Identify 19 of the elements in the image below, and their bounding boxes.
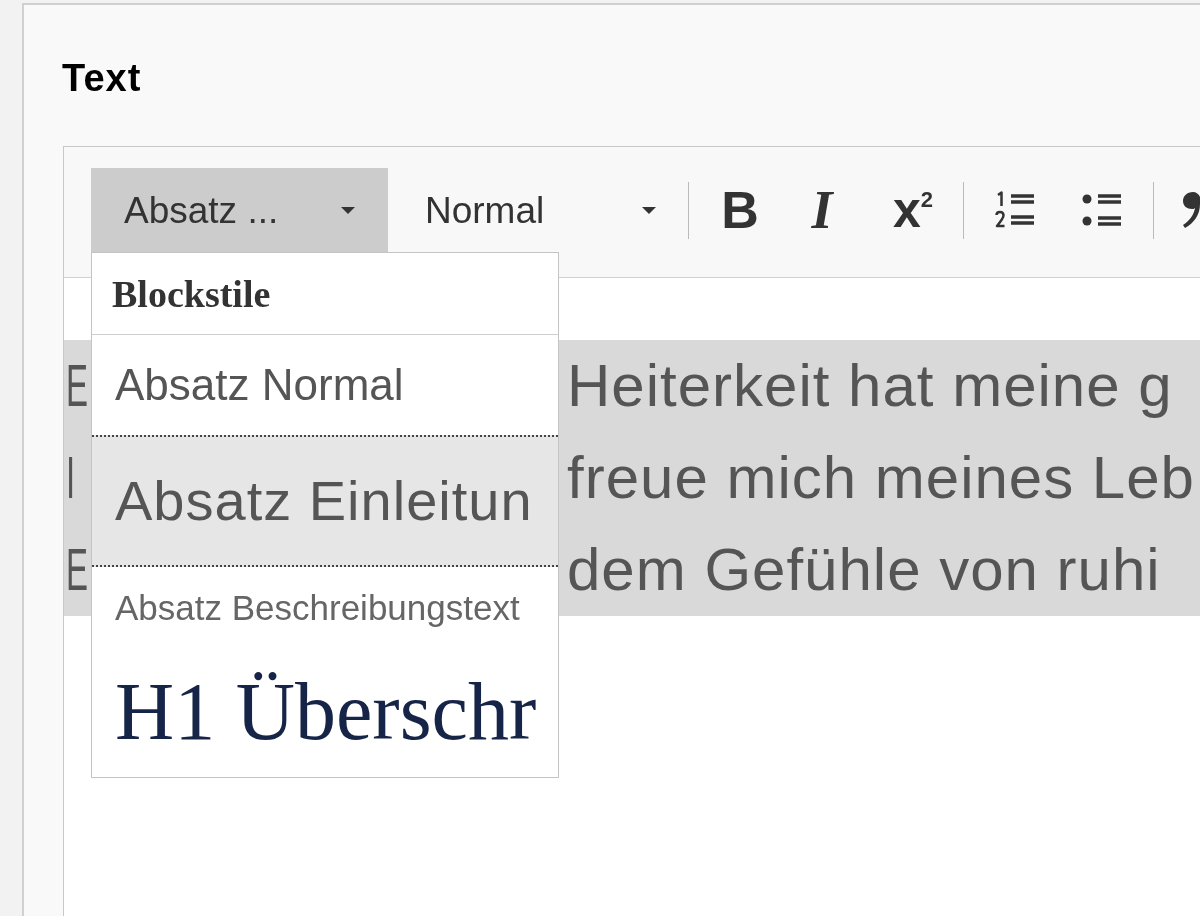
paragraph-text: freue mich meines Leb bbox=[567, 443, 1195, 513]
bold-button[interactable]: B bbox=[721, 184, 759, 236]
paragraph-text: dem Gefühle von ruhi bbox=[567, 535, 1161, 605]
menu-header: Blockstile bbox=[112, 274, 271, 313]
paragraph-text: Heiterkeit hat meine g bbox=[567, 351, 1173, 421]
quote-icon[interactable] bbox=[1183, 192, 1200, 228]
menu-item[interactable]: Absatz Einleitun bbox=[92, 435, 558, 567]
paragraph-text: E bbox=[66, 351, 88, 421]
field-label: Text bbox=[62, 59, 142, 97]
style-dropdown[interactable]: Normal bbox=[388, 168, 670, 252]
superscript-button[interactable]: x$^{2}$ bbox=[892, 185, 934, 235]
caret-icon bbox=[341, 206, 355, 214]
caret-icon bbox=[642, 206, 656, 214]
paragraph-text: E bbox=[66, 535, 88, 605]
paragraph-text: I bbox=[66, 443, 76, 513]
numbered-list-icon[interactable] bbox=[995, 191, 1035, 229]
bulleted-list-icon[interactable] bbox=[1082, 191, 1122, 229]
italic-button[interactable]: I bbox=[811, 183, 833, 237]
format-dropdown[interactable]: Absatz ... bbox=[91, 168, 388, 252]
